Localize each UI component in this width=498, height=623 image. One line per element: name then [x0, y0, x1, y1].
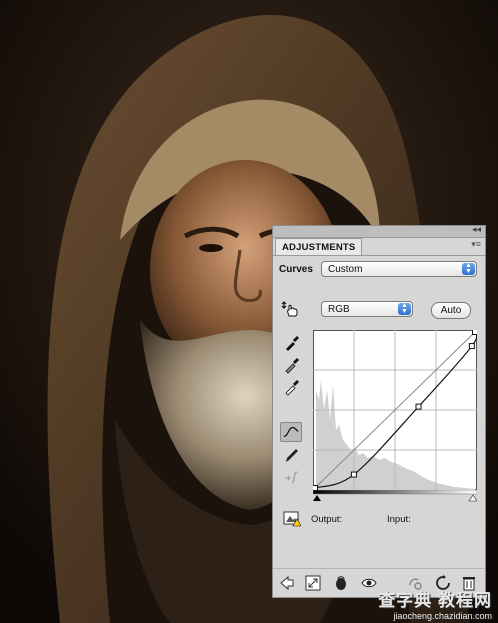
channel-select[interactable]: RGB ▲ ▼	[321, 301, 413, 317]
back-arrow-icon[interactable]	[279, 575, 295, 591]
visibility-eye-icon[interactable]	[361, 575, 377, 591]
panel-menu-icon[interactable]: ▾≡	[471, 239, 481, 250]
eyedropper-black-icon[interactable]	[283, 334, 301, 352]
watermark: 查字典 教程网 jiaocheng.chazidian.com	[378, 586, 492, 621]
auto-button[interactable]: Auto	[431, 302, 471, 319]
watermark-url: jiaocheng.chazidian.com	[393, 611, 492, 621]
adjustments-panel: ◂◂ ADJUSTMENTS ▾≡ Curves Custom ▲ ▼ RGB ▲…	[272, 224, 486, 598]
input-gradient-slider[interactable]	[313, 490, 477, 502]
input-label: Input:	[387, 514, 411, 525]
preset-select[interactable]: Custom ▲ ▼	[321, 261, 477, 277]
curve-control-point[interactable]	[350, 471, 357, 478]
expand-view-icon[interactable]	[305, 575, 321, 591]
curves-graph[interactable]	[313, 330, 477, 490]
output-label: Output:	[311, 514, 343, 525]
white-point-slider[interactable]	[468, 494, 477, 502]
curve-control-point[interactable]	[468, 343, 475, 350]
click-drag-hand-icon[interactable]	[281, 300, 299, 318]
tab-adjustments[interactable]: ADJUSTMENTS	[275, 238, 363, 256]
smooth-icon[interactable]	[283, 468, 301, 486]
channel-select-value: RGB	[328, 304, 350, 315]
panel-drag-bar[interactable]: ◂◂	[273, 224, 485, 238]
tab-divider	[273, 255, 485, 256]
clipping-warning-icon[interactable]	[283, 509, 301, 527]
black-point-slider[interactable]	[313, 495, 321, 501]
pencil-icon[interactable]	[283, 446, 301, 464]
eyedropper-white-icon[interactable]	[283, 378, 301, 396]
curve-control-point[interactable]	[472, 330, 478, 335]
eyedropper-gray-icon[interactable]	[283, 356, 301, 374]
collapse-panel-button[interactable]: ◂◂	[472, 224, 481, 235]
curve-edit-icon[interactable]	[280, 422, 302, 442]
chevron-updown-icon: ▲ ▼	[462, 262, 475, 275]
watermark-brand: 查字典 教程网	[378, 591, 492, 610]
chevron-updown-icon: ▲ ▼	[398, 302, 411, 315]
preset-select-value: Custom	[328, 264, 363, 275]
clip-to-layer-icon[interactable]	[333, 575, 349, 591]
curve-control-point[interactable]	[415, 403, 422, 410]
adjustment-type-label: Curves	[279, 264, 313, 275]
